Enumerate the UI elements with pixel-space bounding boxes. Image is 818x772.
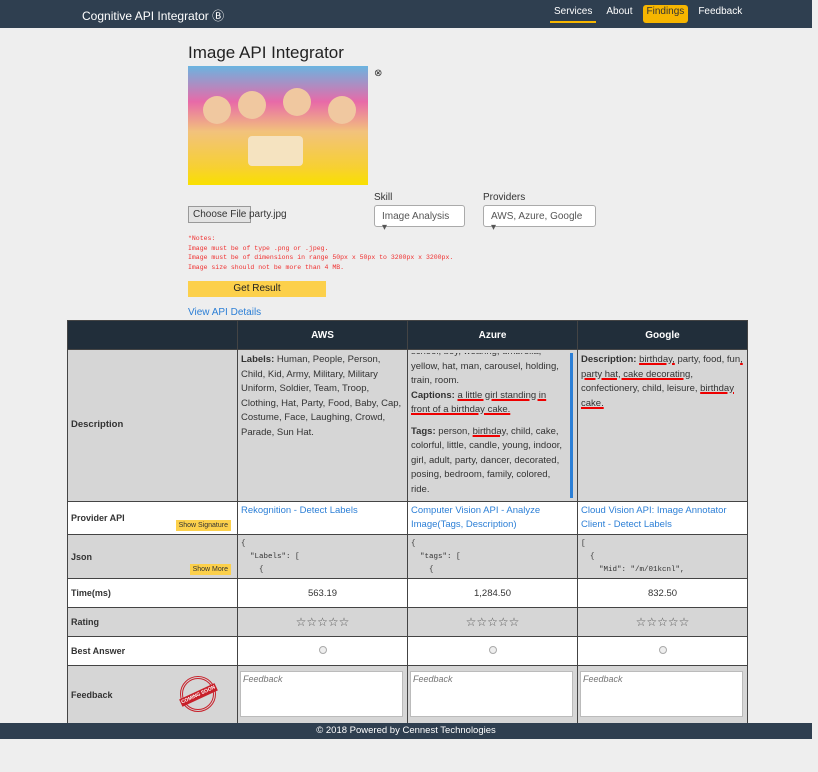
show-signature-button[interactable]: Show Signature [175, 520, 231, 531]
google-api-link[interactable]: Cloud Vision API: Image Annotator Client… [577, 501, 748, 535]
get-result-button[interactable]: Get Result [188, 281, 326, 297]
row-label-rating: Rating [67, 607, 238, 637]
label: Feedback [71, 690, 113, 700]
azure-description[interactable]: school, boy, wearing, umbrella, yellow, … [407, 349, 578, 502]
google-description: Description: birthday, party, food, fun,… [577, 349, 748, 502]
aws-rating-stars[interactable]: ☆☆☆☆☆ [237, 607, 408, 637]
aws-json: { "Labels": [ { "Confidence": 99.0000 [241, 540, 300, 574]
google-rating-stars[interactable]: ☆☆☆☆☆ [577, 607, 748, 637]
stamp-text: COMING SOON [179, 683, 218, 707]
azure-rating-stars[interactable]: ☆☆☆☆☆ [407, 607, 578, 637]
aws-time: 563.19 [237, 578, 408, 608]
captions-key: Captions: [411, 389, 455, 401]
row-label-time: Time(ms) [67, 578, 238, 608]
text: party, food, fun [674, 354, 741, 365]
aws-description: Labels: Human, People, Person, Child, Ki… [237, 349, 408, 502]
azure-api-link[interactable]: Computer Vision API - Analyze Image(Tags… [407, 501, 578, 535]
row-label-provider-api: Provider API Show Signature [67, 501, 238, 535]
providers-label: Providers [483, 192, 526, 203]
skill-label: Skill [374, 192, 393, 203]
coming-soon-stamp: COMING SOON [179, 676, 218, 712]
azure-best-radio[interactable] [488, 645, 497, 654]
upload-notes: *Notes: Image must be of type .png or .j… [188, 234, 453, 272]
note: Image must be of type .png or .jpeg. [188, 244, 329, 252]
azure-json: { "tags": [ { "name": "person", [411, 540, 461, 574]
azure-tags: person, [435, 425, 473, 437]
note: Image size should not be more than 4 MB. [188, 263, 345, 271]
labels-key: Labels: [241, 354, 275, 365]
azure-feedback-input[interactable] [410, 671, 573, 717]
row-label-feedback: Feedback COMING SOON [67, 665, 238, 725]
highlight: birthday, [639, 354, 675, 365]
brand-logo[interactable]: Cognitive API Integrator Ⓑ [82, 7, 224, 24]
file-name: party.jpg [249, 209, 287, 220]
label: Provider API [71, 513, 125, 523]
google-time: 832.50 [577, 578, 748, 608]
scrollbar[interactable] [570, 353, 573, 498]
azure-tags-top: school, boy, wearing, umbrella, yellow, … [411, 353, 559, 386]
google-feedback-input[interactable] [580, 671, 743, 717]
results-table: AWS Azure Google Description Labels: Hum… [67, 320, 748, 725]
uploaded-image-preview [188, 66, 368, 185]
nav-feedback[interactable]: Feedback [694, 5, 746, 23]
nav-about[interactable]: About [602, 5, 636, 23]
aws-api-link[interactable]: Rekognition - Detect Labels [237, 501, 408, 535]
aws-best-radio[interactable] [318, 645, 327, 654]
navbar: Cognitive API Integrator Ⓑ Services Abou… [0, 0, 812, 28]
header-google: Google [577, 320, 748, 350]
choose-file-button[interactable]: Choose File [188, 206, 252, 223]
header-azure: Azure [407, 320, 578, 350]
azure-time: 1,284.50 [407, 578, 578, 608]
header-aws: AWS [237, 320, 408, 350]
label: Json [71, 551, 93, 562]
tags-key: Tags: [411, 425, 436, 437]
nav-findings[interactable]: Findings [642, 5, 689, 23]
aws-labels: Human, People, Person, Child, Kid, Army,… [241, 354, 402, 438]
skill-select[interactable]: Image Analysis ▾ [374, 205, 465, 233]
aws-feedback-input[interactable] [240, 671, 403, 717]
note: Image must be of dimensions in range 50p… [188, 254, 454, 261]
show-more-button[interactable]: Show More [189, 564, 231, 575]
header-blank [67, 320, 238, 350]
nav-services[interactable]: Services [550, 5, 597, 23]
row-label-description: Description [67, 349, 238, 502]
google-json: [ { "Mid": "/m/01kcnl", "Description": [581, 540, 685, 574]
description-key: Description: [581, 354, 637, 365]
providers-select[interactable]: AWS, Azure, Google ▾ [483, 205, 596, 233]
view-api-details-link[interactable]: View API Details [188, 307, 261, 318]
note: *Notes: [188, 235, 216, 242]
row-label-json: Json Show More [67, 534, 238, 579]
row-label-best-answer: Best Answer [67, 636, 238, 666]
text: confectionery, child, leisure, [581, 383, 701, 394]
remove-image-icon[interactable]: ⊗ [374, 68, 382, 79]
azure-tags-highlight: birthday, [472, 425, 509, 437]
google-best-radio[interactable] [658, 645, 667, 654]
page-title: Image API Integrator [188, 43, 344, 62]
footer: © 2018 Powered by Cennest Technologies [0, 723, 812, 739]
